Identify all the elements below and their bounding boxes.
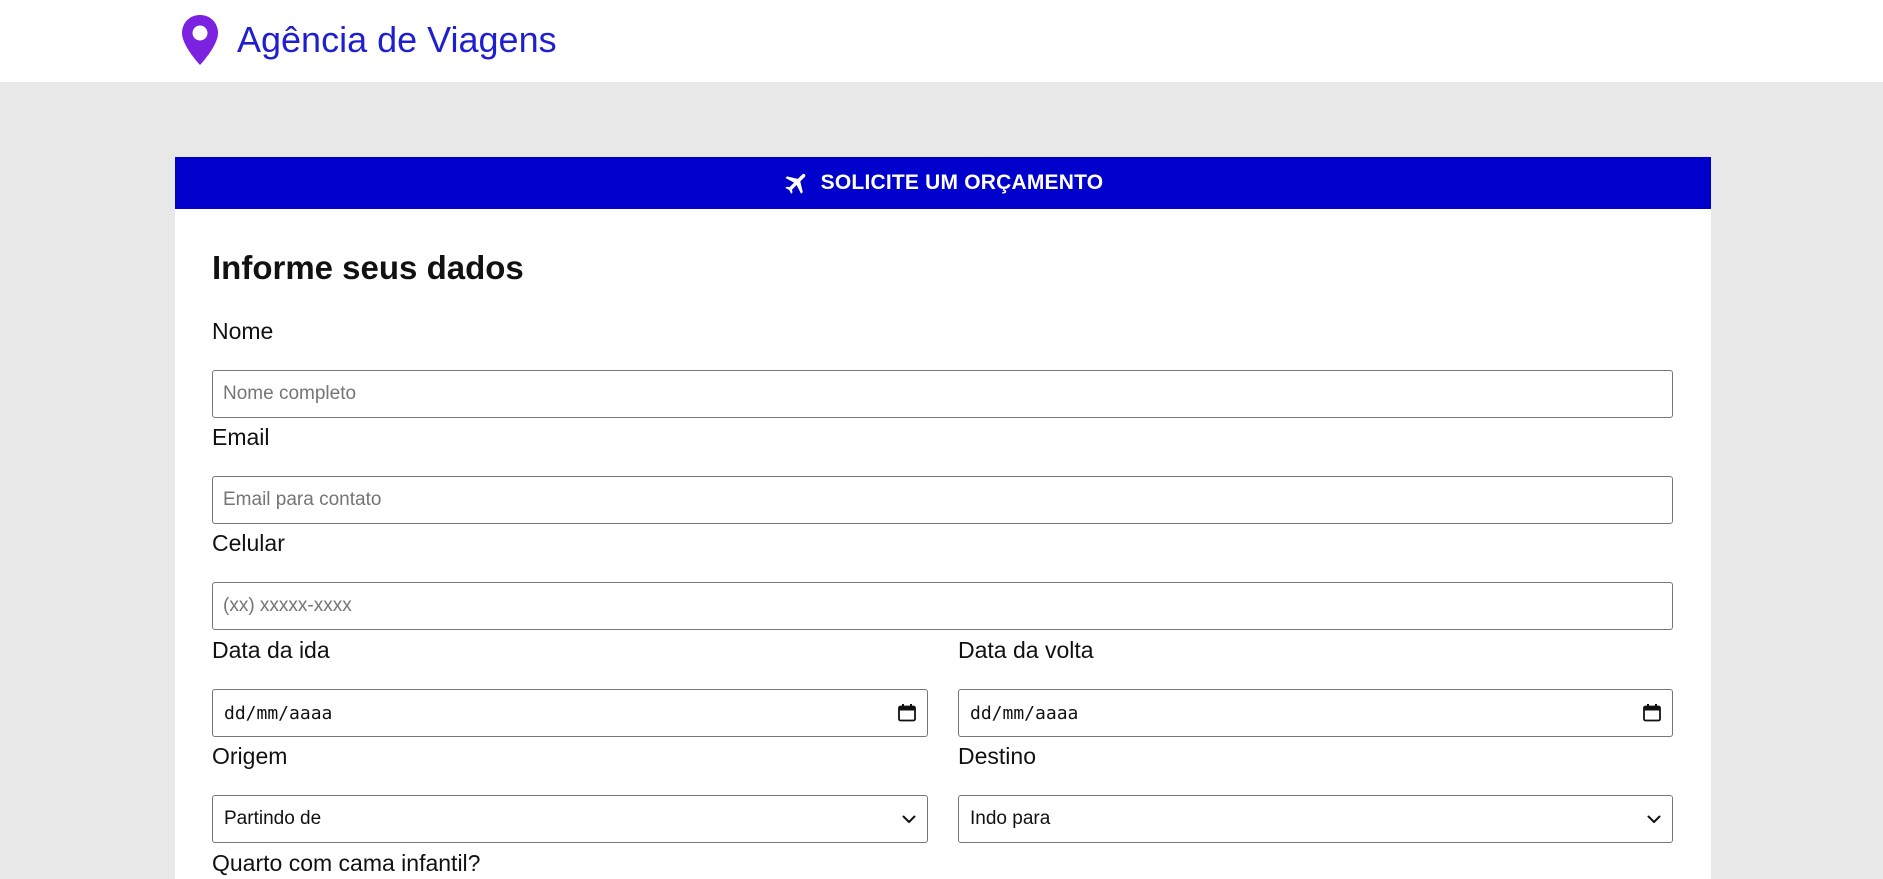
- origin-select[interactable]: Partindo de: [212, 795, 928, 843]
- form-title: Informe seus dados: [212, 249, 524, 286]
- chevron-down-icon: [1647, 815, 1661, 823]
- chevron-down-icon: [902, 815, 916, 823]
- email-label: Email: [212, 424, 270, 450]
- airplane-icon: [785, 173, 806, 194]
- departure-date-input[interactable]: dd/mm/aaaa: [212, 689, 928, 737]
- top-bar: Agência de Viagens: [0, 0, 1883, 82]
- phone-label: Celular: [212, 530, 285, 556]
- name-label: Nome: [212, 318, 274, 344]
- calendar-icon[interactable]: [1642, 703, 1662, 723]
- origin-label: Origem: [212, 743, 288, 769]
- departure-date-label: Data da ida: [212, 637, 330, 663]
- email-input[interactable]: [212, 476, 1673, 524]
- brand[interactable]: Agência de Viagens: [180, 14, 557, 66]
- phone-input[interactable]: [212, 582, 1673, 630]
- return-date-input[interactable]: dd/mm/aaaa: [958, 689, 1673, 737]
- quote-card: SOLICITE UM ORÇAMENTO Informe seus dados…: [175, 157, 1711, 879]
- brand-name: Agência de Viagens: [237, 19, 557, 60]
- return-date-value: dd/mm/aaaa: [970, 702, 1079, 724]
- name-input[interactable]: [212, 370, 1673, 418]
- destination-selected-value: Indo para: [970, 808, 1051, 829]
- return-date-label: Data da volta: [958, 637, 1094, 663]
- calendar-icon[interactable]: [897, 703, 917, 723]
- map-pin-icon: [182, 15, 218, 65]
- quote-card-title: SOLICITE UM ORÇAMENTO: [820, 171, 1104, 194]
- quote-card-header: SOLICITE UM ORÇAMENTO: [175, 157, 1711, 209]
- child-bed-label: Quarto com cama infantil?: [212, 850, 481, 876]
- destination-label: Destino: [958, 743, 1036, 769]
- destination-select[interactable]: Indo para: [958, 795, 1673, 843]
- origin-selected-value: Partindo de: [224, 808, 322, 829]
- departure-date-value: dd/mm/aaaa: [224, 702, 333, 724]
